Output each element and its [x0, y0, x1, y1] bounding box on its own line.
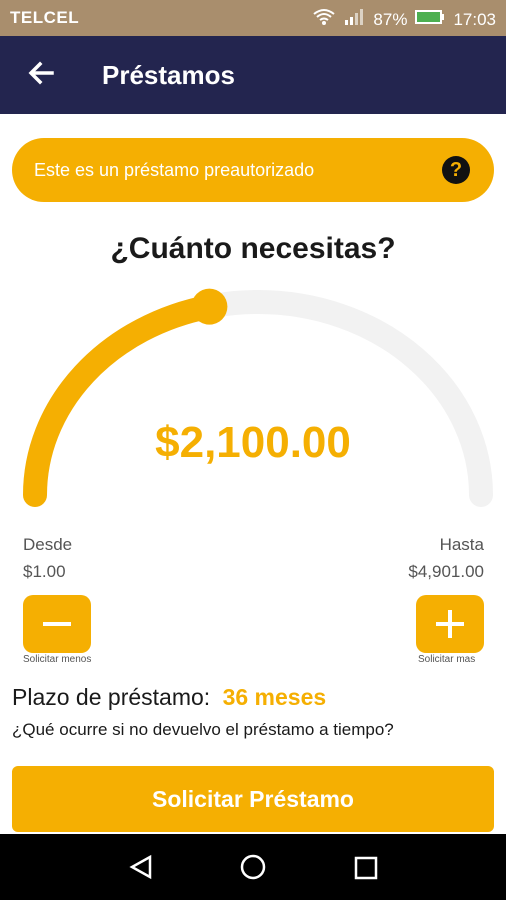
banner-text: Este es un préstamo preautorizado — [34, 160, 315, 180]
nav-recents-icon[interactable] — [354, 856, 378, 880]
battery-icon — [415, 9, 445, 30]
signal-icon — [343, 8, 365, 31]
max-value: $4,901.00 — [408, 562, 484, 581]
back-arrow-icon[interactable] — [26, 58, 56, 88]
plus-icon — [436, 610, 464, 638]
selected-amount: $2,100.00 — [155, 418, 351, 467]
battery-percent: 87% — [373, 9, 408, 29]
system-nav-bar — [0, 834, 506, 900]
loan-term: Plazo de préstamo: 36 meses — [12, 684, 326, 711]
status-bar: TELCEL 87% 17:03 — [0, 0, 506, 36]
nav-back-icon[interactable] — [128, 854, 154, 880]
decrease-label: Solicitar menos — [23, 654, 92, 665]
loan-term-value[interactable]: 36 meses — [223, 684, 327, 710]
page-title: Préstamos — [102, 60, 235, 90]
amount-question: ¿Cuánto necesitas? — [110, 232, 396, 265]
gauge-knob — [191, 288, 228, 325]
increase-button[interactable] — [416, 595, 484, 653]
nav-home-icon[interactable] — [240, 854, 266, 880]
amount-gauge-slider[interactable] — [0, 280, 506, 520]
max-label: Hasta — [439, 535, 484, 554]
carrier-name: TELCEL — [10, 8, 80, 27]
min-label: Desde — [23, 535, 73, 554]
clock: 17:03 — [453, 9, 496, 29]
status-icons: 87% 17:03 — [313, 8, 496, 31]
late-payment-info-link[interactable]: ¿Qué ocurre si no devuelvo el préstamo a… — [12, 720, 394, 740]
loan-term-label: Plazo de préstamo: — [12, 684, 211, 710]
minus-icon — [43, 622, 71, 626]
help-icon[interactable]: ? — [442, 156, 470, 184]
app-bar: Préstamos — [0, 36, 506, 114]
decrease-button[interactable] — [23, 595, 91, 653]
preauthorized-banner: Este es un préstamo preautorizado ? — [12, 138, 494, 202]
increase-label: Solicitar mas — [418, 654, 476, 665]
wifi-icon — [313, 8, 336, 31]
request-loan-button[interactable]: Solicitar Préstamo — [12, 766, 494, 832]
min-value: $1.00 — [23, 562, 66, 581]
